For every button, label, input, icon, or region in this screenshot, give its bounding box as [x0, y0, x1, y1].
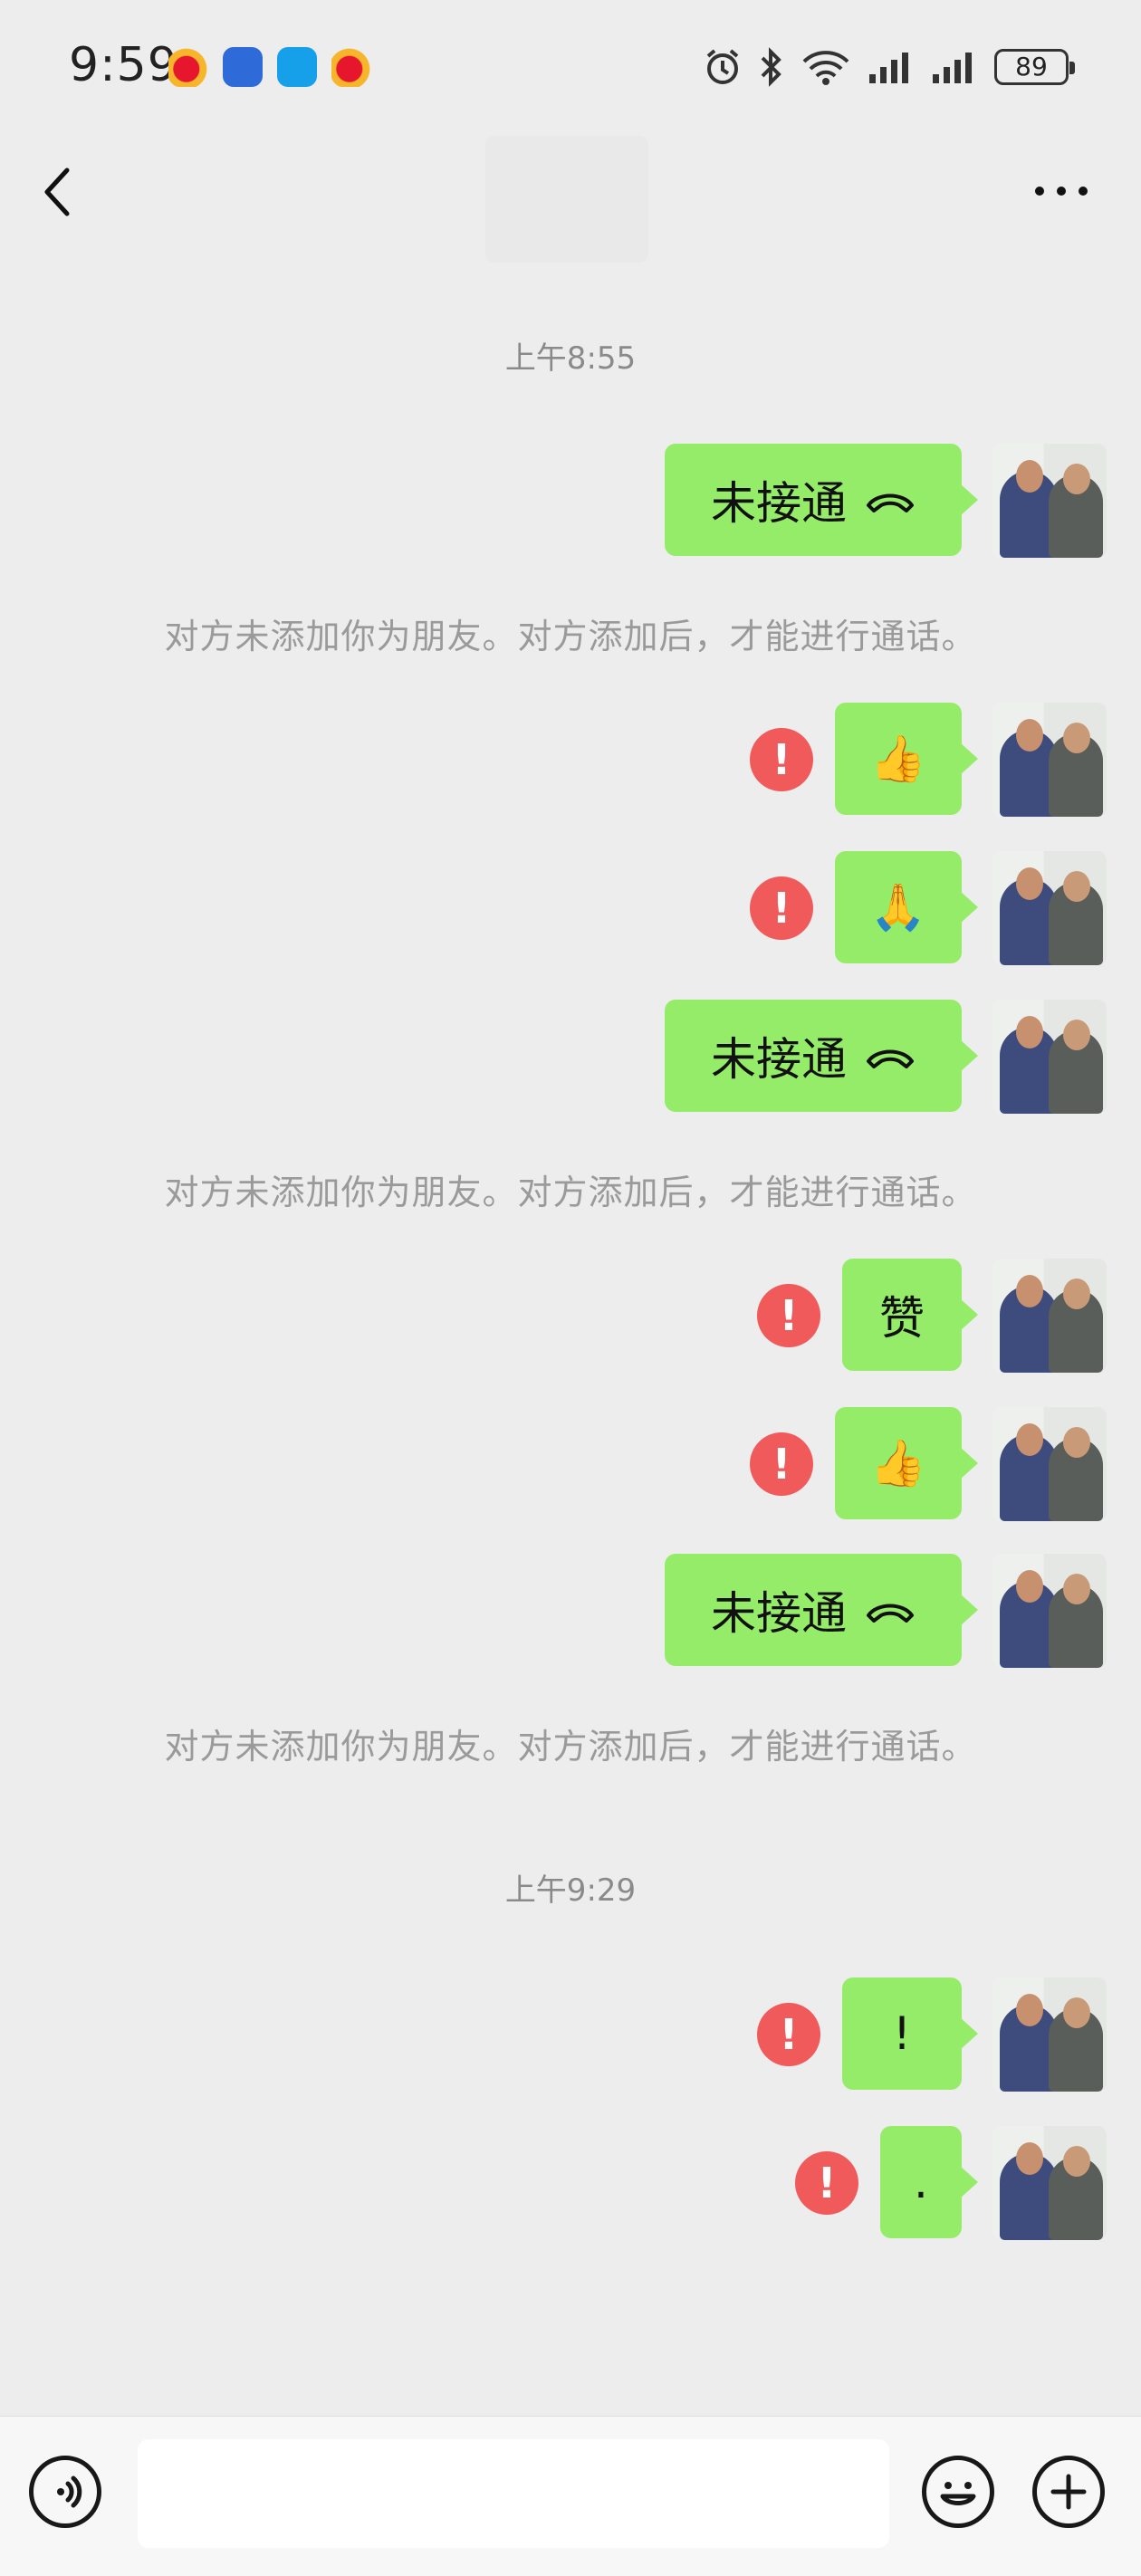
call-bubble[interactable]: 未接通 — [665, 444, 978, 556]
send-failed-icon[interactable]: ! — [750, 728, 813, 791]
avatar-face — [1016, 1275, 1043, 1307]
message-bubble[interactable]: ! — [842, 1977, 978, 2090]
avatar-face — [1063, 723, 1090, 753]
avatar-face — [1063, 1020, 1090, 1050]
avatar-face — [1063, 871, 1090, 902]
message-text: ! — [892, 2007, 912, 2060]
plus-button[interactable] — [1032, 2456, 1105, 2528]
message-text: 👍 — [869, 732, 927, 785]
avatar-face — [1063, 1574, 1090, 1604]
avatar-face — [1016, 1570, 1043, 1603]
bluetooth-icon — [761, 47, 781, 87]
blue-app-icon — [223, 47, 263, 87]
call-status-text: 未接通 — [711, 1587, 847, 1640]
hangup-icon — [867, 1604, 914, 1623]
status-bar: 9:59 89 — [0, 0, 1141, 136]
message-bubble[interactable]: 👍 — [835, 703, 978, 815]
voice-button[interactable] — [29, 2456, 101, 2528]
status-indicators: 89 — [703, 47, 1075, 87]
weibo-icon — [331, 47, 371, 87]
message-app-icon — [277, 47, 317, 87]
send-failed-icon[interactable]: ! — [757, 2003, 820, 2066]
plus-icon — [1050, 2474, 1087, 2510]
call-status-text: 未接通 — [711, 1033, 847, 1086]
message-bubble[interactable]: 🙏 — [835, 851, 978, 963]
avatar[interactable] — [992, 851, 1107, 965]
call-bubble[interactable]: 未接通 — [665, 1000, 978, 1112]
emoji-button[interactable] — [922, 2456, 994, 2528]
avatar-face — [1063, 1427, 1090, 1458]
avatar[interactable] — [992, 1977, 1107, 2092]
avatar-face — [1063, 464, 1090, 494]
voice-icon — [57, 2475, 82, 2508]
timestamp: 上午8:55 — [504, 340, 637, 377]
message-input[interactable] — [138, 2439, 889, 2548]
status-app-icons — [168, 47, 371, 87]
message-bubble[interactable]: 赞 — [842, 1259, 978, 1371]
message-text: 🙏 — [869, 880, 927, 934]
status-time: 9:59 — [69, 38, 178, 92]
weibo-icon — [168, 47, 208, 87]
avatar[interactable] — [992, 1259, 1107, 1373]
wifi-icon — [802, 51, 849, 85]
signal-icon — [933, 53, 972, 83]
message-bubble[interactable]: 👍 — [835, 1407, 978, 1519]
avatar-face — [1016, 2142, 1043, 2175]
system-message: 对方未添加你为朋友。对方添加后，才能进行通话。 — [164, 617, 977, 656]
emoji-icon — [940, 2482, 976, 2505]
battery-icon: 89 — [994, 49, 1075, 85]
chevron-left-icon[interactable] — [40, 165, 76, 219]
send-failed-icon[interactable]: ! — [795, 2151, 858, 2215]
avatar-face — [1016, 719, 1043, 752]
send-failed-icon[interactable]: ! — [750, 1432, 813, 1496]
message-bubble[interactable]: . — [880, 2126, 978, 2238]
send-failed-icon[interactable]: ! — [757, 1284, 820, 1347]
avatar[interactable] — [992, 1407, 1107, 1521]
timestamp: 上午9:29 — [504, 1872, 637, 1909]
avatar[interactable] — [992, 1000, 1107, 1114]
avatar-face — [1016, 1016, 1043, 1049]
hangup-icon — [867, 493, 914, 512]
message-text: 赞 — [879, 1292, 925, 1345]
call-status-text: 未接通 — [711, 477, 847, 530]
hangup-icon — [867, 1049, 914, 1068]
avatar[interactable] — [992, 444, 1107, 558]
alarm-icon — [706, 49, 739, 84]
avatar[interactable] — [992, 703, 1107, 817]
ellipsis-icon[interactable] — [1032, 177, 1090, 205]
call-bubble[interactable]: 未接通 — [665, 1554, 978, 1666]
avatar-face — [1016, 460, 1043, 493]
message-text: 👍 — [869, 1436, 927, 1489]
signal-icon — [869, 53, 908, 83]
contact-title-avatar — [485, 136, 648, 263]
system-message: 对方未添加你为朋友。对方添加后，才能进行通话。 — [164, 1173, 977, 1212]
avatar-face — [1016, 1994, 1043, 2026]
avatar-face — [1016, 867, 1043, 900]
system-message: 对方未添加你为朋友。对方添加后，才能进行通话。 — [164, 1727, 977, 1767]
avatar[interactable] — [992, 2126, 1107, 2240]
avatar-face — [1063, 1997, 1090, 2028]
message-text: . — [914, 2156, 928, 2208]
avatar-face — [1016, 1423, 1043, 1456]
avatar-face — [1063, 2146, 1090, 2177]
avatar[interactable] — [992, 1554, 1107, 1668]
send-failed-icon[interactable]: ! — [750, 876, 813, 940]
avatar-face — [1063, 1278, 1090, 1309]
